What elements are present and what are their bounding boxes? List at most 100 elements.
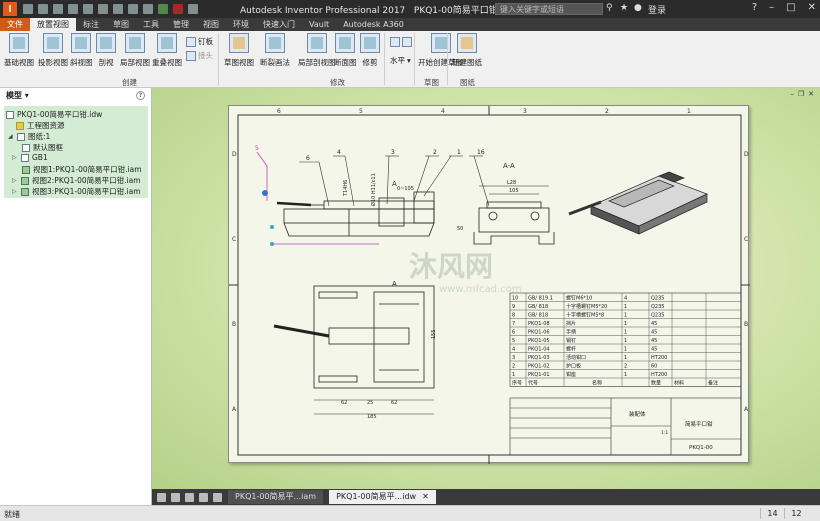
balloon[interactable]: 3 bbox=[391, 149, 395, 156]
tree-item-view3[interactable]: ▷ 视图3:PKQ1-00简易平口钳.iam bbox=[12, 186, 141, 197]
binoculars-icon[interactable]: ⚲ bbox=[606, 3, 613, 13]
minimize-icon[interactable]: – bbox=[769, 2, 774, 13]
measure-icon[interactable] bbox=[188, 4, 198, 14]
dimension-text[interactable]: 0~105 bbox=[397, 186, 414, 192]
appearance-icon[interactable] bbox=[173, 4, 183, 14]
select-icon[interactable] bbox=[128, 4, 138, 14]
restore-icon[interactable]: ❐ bbox=[798, 90, 804, 98]
tab-annotate[interactable]: 标注 bbox=[76, 18, 106, 31]
crop-button[interactable]: 修剪 bbox=[360, 33, 380, 68]
close-tab-icon[interactable]: ✕ bbox=[422, 492, 429, 501]
tab-get-started[interactable]: 快速入门 bbox=[256, 18, 302, 31]
balloon[interactable]: 4 bbox=[337, 149, 341, 156]
inventor-logo-icon[interactable]: I bbox=[3, 2, 17, 16]
close-icon[interactable]: ✕ bbox=[808, 90, 814, 98]
nailboard-button[interactable]: 钉板 bbox=[186, 36, 213, 47]
parts-list-table[interactable]: 10 GB/ 819.1 螺钉M6*10 4 Q235 9 GB/ 818 十字槽螺钉M5*2… bbox=[509, 292, 742, 387]
new-sheet-button[interactable]: 新建图纸 bbox=[452, 33, 482, 68]
doc-tab-assembly[interactable]: PKQ1-00简易平...iam bbox=[228, 490, 324, 504]
window-list-icon[interactable] bbox=[199, 492, 208, 502]
sign-in-button[interactable]: 登录 bbox=[648, 3, 666, 16]
tab-file[interactable]: 文件 bbox=[0, 18, 30, 31]
material-icon[interactable] bbox=[158, 4, 168, 14]
update-icon[interactable] bbox=[143, 4, 153, 14]
expand-icon[interactable]: ▷ bbox=[12, 188, 18, 195]
dimension-text[interactable]: T14H6 bbox=[343, 180, 349, 197]
tab-vault[interactable]: Vault bbox=[302, 18, 336, 31]
user-icon[interactable]: ● bbox=[634, 3, 642, 13]
tree-item-view1[interactable]: 视图1:PKQ1-00简易平口钳.iam bbox=[22, 164, 142, 175]
balloon[interactable]: 6 bbox=[306, 155, 310, 162]
tab-environments[interactable]: 环境 bbox=[226, 18, 256, 31]
front-view[interactable] bbox=[276, 191, 435, 237]
tab-tools[interactable]: 工具 bbox=[136, 18, 166, 31]
doc-tab-drawing[interactable]: PKQ1-00简易平...idw ✕ bbox=[329, 490, 436, 504]
tree-item-drawing-resources[interactable]: 工程图资源 bbox=[16, 120, 65, 131]
tree-item-sheet[interactable]: ◢ 图纸:1 bbox=[8, 131, 50, 142]
tab-a360[interactable]: Autodesk A360 bbox=[336, 18, 411, 31]
star-icon[interactable]: ★ bbox=[620, 3, 628, 13]
tab-sketch[interactable]: 草图 bbox=[106, 18, 136, 31]
dimension-text[interactable]: Ø10 H11/c11 bbox=[370, 173, 377, 206]
undo-icon[interactable] bbox=[68, 4, 78, 14]
arrange-icon[interactable] bbox=[185, 492, 194, 502]
dimension-text[interactable]: 105 bbox=[509, 188, 519, 194]
tab-view[interactable]: 视图 bbox=[196, 18, 226, 31]
help-icon[interactable]: ? bbox=[136, 90, 145, 100]
dimension-text[interactable]: 185 bbox=[367, 414, 377, 420]
open-file-icon[interactable] bbox=[38, 4, 48, 14]
cascade-icon[interactable] bbox=[171, 492, 180, 502]
dimension-text[interactable]: 50 bbox=[457, 226, 463, 232]
tree-item-drawing[interactable]: PKQ1-00简易平口钳.idw bbox=[6, 109, 102, 120]
redo-icon[interactable] bbox=[83, 4, 93, 14]
collapse-icon[interactable]: ◢ bbox=[8, 133, 14, 140]
tree-item-view2[interactable]: ▷ 视图2:PKQ1-00简易平口钳.iam bbox=[12, 175, 141, 186]
dimension-text[interactable]: 62 bbox=[341, 400, 347, 406]
isometric-view[interactable] bbox=[568, 171, 708, 235]
tab-place-views[interactable]: 放置视图 bbox=[30, 18, 76, 31]
auxiliary-view-button[interactable]: 斜视图 bbox=[70, 33, 93, 68]
graphics-window[interactable]: – ❐ ✕ D C B A D C B A 6 5 4 3 2 1 5 6 4 … bbox=[152, 88, 820, 489]
section-view[interactable] bbox=[473, 185, 555, 245]
dimension-text[interactable]: 155 bbox=[431, 329, 437, 339]
base-view-button[interactable]: 基础视图 bbox=[4, 33, 34, 68]
balloon[interactable]: 5 bbox=[255, 145, 259, 152]
new-file-icon[interactable] bbox=[23, 4, 33, 14]
close-icon[interactable]: ✕ bbox=[808, 2, 816, 13]
projected-view-button[interactable]: 投影视图 bbox=[38, 33, 68, 68]
break-button[interactable]: 断裂画法 bbox=[260, 33, 290, 68]
top-view[interactable] bbox=[273, 285, 435, 389]
balloon[interactable]: 16 bbox=[477, 149, 485, 156]
print-icon[interactable] bbox=[113, 4, 123, 14]
connector-button[interactable]: 接头 bbox=[186, 50, 213, 61]
balloon[interactable]: 2 bbox=[433, 149, 437, 156]
slice-button[interactable]: 断面图 bbox=[334, 33, 357, 68]
minimize-icon[interactable]: – bbox=[790, 90, 794, 98]
horizontal-align-button[interactable]: 水平 ▾ bbox=[390, 55, 411, 66]
home-icon[interactable] bbox=[213, 492, 222, 502]
drawing-sheet[interactable]: D C B A D C B A 6 5 4 3 2 1 5 6 4 3 2 1 … bbox=[228, 105, 750, 464]
home-icon[interactable] bbox=[98, 4, 108, 14]
browser-title[interactable]: 模型 ▾ bbox=[6, 90, 29, 101]
draft-view-button[interactable]: 草图视图 bbox=[224, 33, 254, 68]
save-icon[interactable] bbox=[53, 4, 63, 14]
overlay-view-button[interactable]: 重叠视图 bbox=[152, 33, 182, 68]
selection-point[interactable] bbox=[270, 225, 274, 229]
help-icon[interactable]: ? bbox=[752, 2, 757, 13]
maximize-icon[interactable]: □ bbox=[786, 2, 795, 13]
help-search-input[interactable]: 键入关键字或短语 bbox=[495, 3, 603, 15]
break-out-button[interactable]: 局部剖视图 bbox=[298, 33, 336, 68]
section-view-button[interactable]: 剖视 bbox=[96, 33, 116, 68]
dimension-text[interactable]: 62 bbox=[391, 400, 397, 406]
tree-item-default-border[interactable]: 默认图框 bbox=[22, 142, 63, 153]
tile-icon[interactable] bbox=[157, 492, 166, 502]
dimension-text[interactable]: 25 bbox=[367, 400, 373, 406]
detail-view-button[interactable]: 局部视图 bbox=[120, 33, 150, 68]
balloon[interactable]: 1 bbox=[457, 149, 461, 156]
dimension-text[interactable]: L28 bbox=[507, 180, 516, 186]
tab-manage[interactable]: 管理 bbox=[166, 18, 196, 31]
expand-icon[interactable]: ▷ bbox=[12, 177, 18, 184]
align-icon[interactable] bbox=[390, 37, 412, 47]
expand-icon[interactable]: ▷ bbox=[12, 154, 18, 161]
tree-item-title-block[interactable]: ▷ GB1 bbox=[12, 153, 48, 162]
